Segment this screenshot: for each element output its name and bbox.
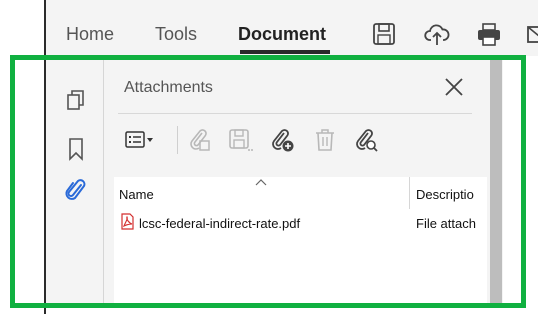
panel-separator bbox=[118, 113, 472, 114]
column-separator[interactable] bbox=[409, 177, 410, 209]
upload-cloud-icon[interactable] bbox=[424, 20, 450, 48]
save-icon[interactable] bbox=[371, 20, 397, 48]
delete-attachment-icon bbox=[312, 127, 338, 153]
options-menu-icon[interactable] bbox=[123, 127, 157, 153]
tab-document[interactable]: Document bbox=[238, 24, 326, 45]
add-attachment-icon[interactable] bbox=[269, 127, 295, 153]
mail-icon[interactable] bbox=[526, 20, 538, 48]
column-header-description[interactable]: Descriptio bbox=[416, 187, 486, 202]
tab-home[interactable]: Home bbox=[66, 24, 114, 45]
sort-ascending-icon bbox=[255, 178, 267, 186]
close-icon[interactable] bbox=[443, 76, 465, 98]
column-header-name[interactable]: Name bbox=[119, 187, 154, 202]
save-attachment-icon bbox=[227, 127, 253, 153]
active-tab-indicator bbox=[240, 50, 330, 54]
tab-tools[interactable]: Tools bbox=[155, 24, 197, 45]
attachment-file-name[interactable]: lcsc-federal-indirect-rate.pdf bbox=[139, 216, 300, 231]
attachment-description: File attach bbox=[416, 216, 476, 231]
paperclip-icon[interactable] bbox=[65, 178, 87, 202]
pdf-file-icon bbox=[120, 213, 135, 230]
panel-title: Attachments bbox=[124, 79, 213, 96]
open-attachment-icon bbox=[187, 127, 213, 153]
search-attachment-icon[interactable] bbox=[353, 127, 379, 153]
toolbar-separator bbox=[177, 126, 178, 154]
scrollbar-thumb[interactable] bbox=[490, 60, 502, 303]
bookmark-icon[interactable] bbox=[65, 137, 87, 161]
page-thumbnails-icon[interactable] bbox=[65, 89, 87, 113]
print-icon[interactable] bbox=[476, 20, 502, 48]
